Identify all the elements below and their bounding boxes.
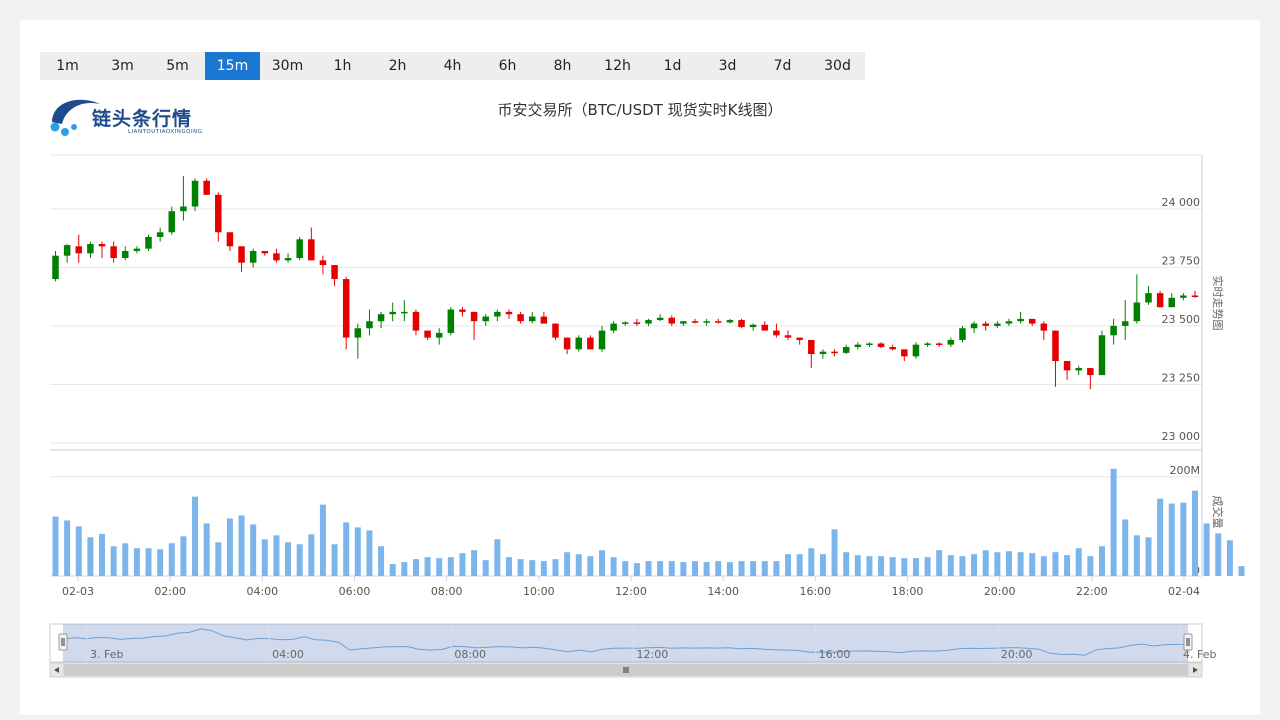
navigator-left-handle[interactable] xyxy=(58,633,68,651)
navigator[interactable]: 3. Feb 04:00 08:00 12:00 16:00 20:00 4. Feb xyxy=(0,0,1280,720)
navigator-tick-label: 20:00 xyxy=(1001,648,1033,661)
navigator-tick-label: 16:00 xyxy=(819,648,851,661)
navigator-tick-label: 12:00 xyxy=(637,648,669,661)
navigator-tick-label: 3. Feb xyxy=(90,648,123,661)
navigator-tick-label: 04:00 xyxy=(272,648,304,661)
navigator-tick-label: 08:00 xyxy=(454,648,486,661)
navigator-right-handle[interactable] xyxy=(1183,633,1193,651)
